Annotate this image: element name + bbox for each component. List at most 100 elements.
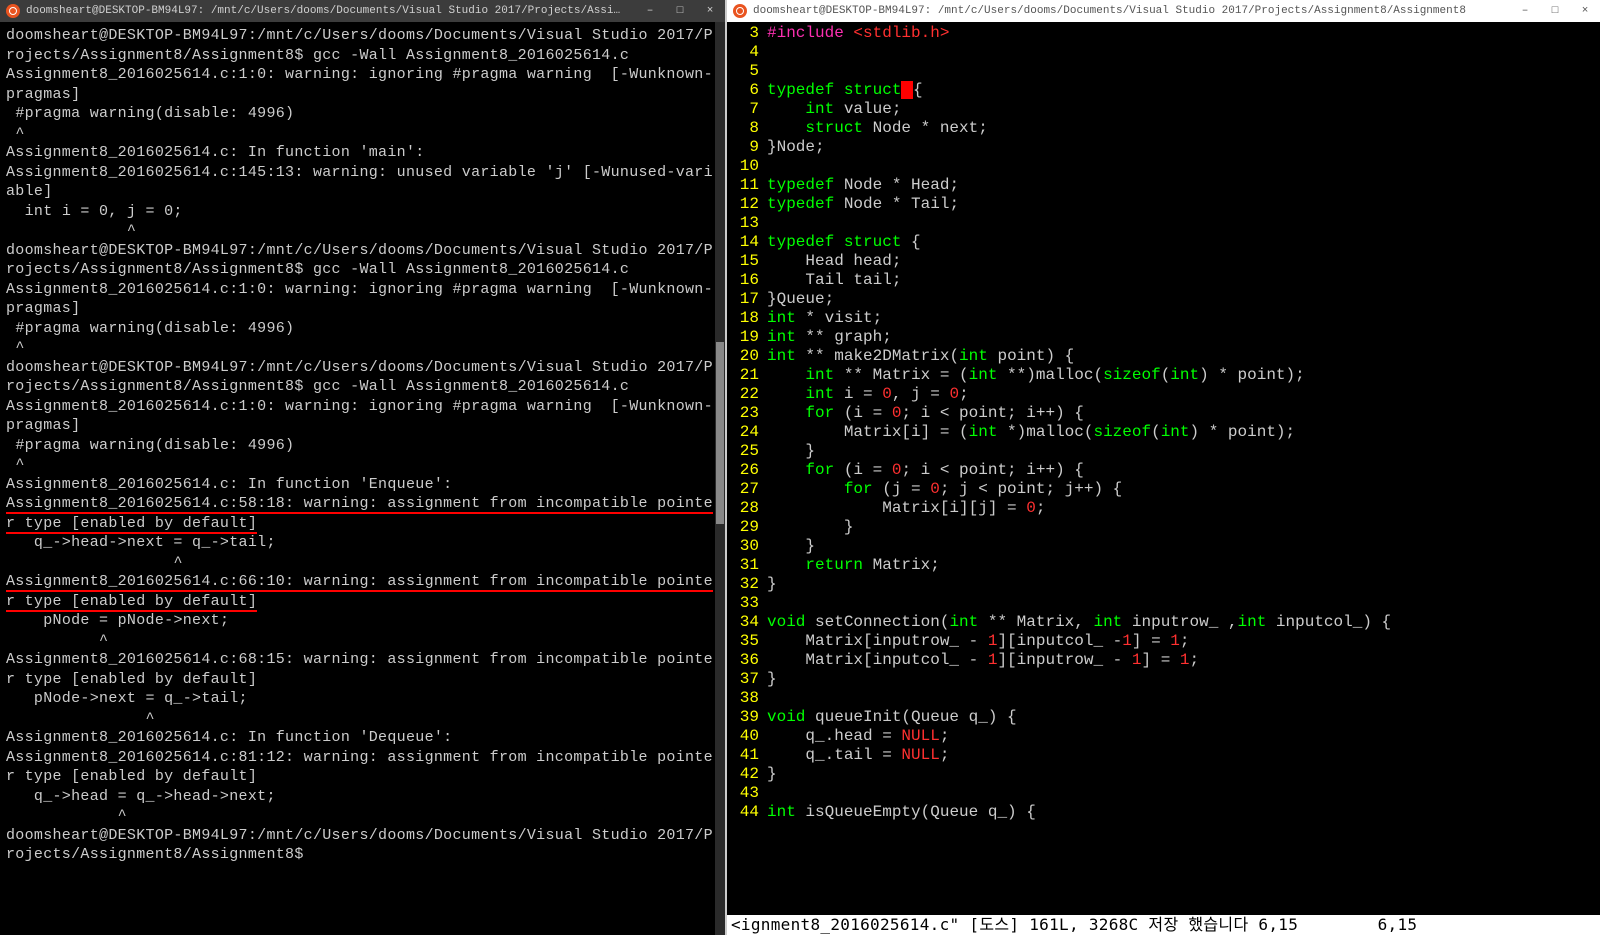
terminal-line: doomsheart@DESKTOP-BM94L97:/mnt/c/Users/…: [6, 26, 719, 65]
terminal-line: Assignment8_2016025614.c:58:18: warning:…: [6, 494, 719, 533]
line-number: 24: [727, 423, 759, 442]
terminal-line: doomsheart@DESKTOP-BM94L97:/mnt/c/Users/…: [6, 826, 719, 865]
line-number: 22: [727, 385, 759, 404]
close-button[interactable]: ×: [1570, 0, 1600, 22]
line-number: 43: [727, 784, 759, 803]
line-number: 41: [727, 746, 759, 765]
minimize-button[interactable]: –: [635, 0, 665, 22]
maximize-button[interactable]: □: [1540, 0, 1570, 22]
line-number: 14: [727, 233, 759, 252]
terminal-title: doomsheart@DESKTOP-BM94L97: /mnt/c/Users…: [26, 5, 625, 17]
code-line: Matrix[i][j] = 0;: [767, 499, 1600, 518]
terminal-output[interactable]: doomsheart@DESKTOP-BM94L97:/mnt/c/Users/…: [0, 22, 725, 935]
line-number: 10: [727, 157, 759, 176]
line-number: 13: [727, 214, 759, 233]
line-number: 8: [727, 119, 759, 138]
terminal-line: #pragma warning(disable: 4996): [6, 104, 719, 124]
line-number: 3: [727, 24, 759, 43]
code-line: for (i = 0; i < point; i++) {: [767, 461, 1600, 480]
line-number: 23: [727, 404, 759, 423]
terminal-titlebar[interactable]: doomsheart@DESKTOP-BM94L97: /mnt/c/Users…: [0, 0, 725, 22]
line-number: 26: [727, 461, 759, 480]
scrollbar-thumb[interactable]: [716, 342, 724, 525]
code-line: struct Node * next;: [767, 119, 1600, 138]
line-number: 9: [727, 138, 759, 157]
terminal-line: Assignment8_2016025614.c:145:13: warning…: [6, 163, 719, 202]
code-line: [767, 157, 1600, 176]
code-line: [767, 43, 1600, 62]
code-line: int ** Matrix = (int **)malloc(sizeof(in…: [767, 366, 1600, 385]
code-line: int ** make2DMatrix(int point) {: [767, 347, 1600, 366]
line-number: 7: [727, 100, 759, 119]
code-area[interactable]: #include <stdlib.h> typedef struct { int …: [767, 24, 1600, 915]
terminal-line: doomsheart@DESKTOP-BM94L97:/mnt/c/Users/…: [6, 358, 719, 397]
terminal-line: ^: [6, 553, 719, 573]
editor-window: doomsheart@DESKTOP-BM94L97: /mnt/c/Users…: [725, 0, 1600, 935]
scrollbar[interactable]: [715, 22, 725, 935]
code-line: int * visit;: [767, 309, 1600, 328]
code-line: void setConnection(int ** Matrix, int in…: [767, 613, 1600, 632]
line-number: 25: [727, 442, 759, 461]
terminal-line: Assignment8_2016025614.c:81:12: warning:…: [6, 748, 719, 787]
line-number-gutter: 3456789101112131415161718192021222324252…: [727, 24, 767, 915]
editor-titlebar[interactable]: doomsheart@DESKTOP-BM94L97: /mnt/c/Users…: [727, 0, 1600, 22]
terminal-line: int i = 0, j = 0;: [6, 202, 719, 222]
terminal-line: Assignment8_2016025614.c: In function 'E…: [6, 475, 719, 495]
code-line: [767, 689, 1600, 708]
line-number: 32: [727, 575, 759, 594]
terminal-line: ^: [6, 124, 719, 144]
line-number: 12: [727, 195, 759, 214]
code-line: }: [767, 670, 1600, 689]
code-line: #include <stdlib.h>: [767, 24, 1600, 43]
line-number: 16: [727, 271, 759, 290]
code-editor[interactable]: 3456789101112131415161718192021222324252…: [727, 22, 1600, 935]
code-line: typedef Node * Tail;: [767, 195, 1600, 214]
line-number: 36: [727, 651, 759, 670]
code-line: }: [767, 575, 1600, 594]
line-number: 5: [727, 62, 759, 81]
line-number: 37: [727, 670, 759, 689]
code-line: int i = 0, j = 0;: [767, 385, 1600, 404]
terminal-line: q_->head->next = q_->tail;: [6, 533, 719, 553]
code-line: return Matrix;: [767, 556, 1600, 575]
line-number: 18: [727, 309, 759, 328]
terminal-line: ^: [6, 338, 719, 358]
terminal-line: ^: [6, 709, 719, 729]
terminal-line: Assignment8_2016025614.c:68:15: warning:…: [6, 650, 719, 689]
ubuntu-icon: [6, 4, 20, 18]
code-line: Head head;: [767, 252, 1600, 271]
window-controls-left: – □ ×: [635, 0, 725, 22]
line-number: 4: [727, 43, 759, 62]
code-line: int value;: [767, 100, 1600, 119]
line-number: 15: [727, 252, 759, 271]
line-number: 17: [727, 290, 759, 309]
minimize-button[interactable]: –: [1510, 0, 1540, 22]
code-line: [767, 784, 1600, 803]
terminal-line: Assignment8_2016025614.c: In function 'm…: [6, 143, 719, 163]
maximize-button[interactable]: □: [665, 0, 695, 22]
terminal-line: doomsheart@DESKTOP-BM94L97:/mnt/c/Users/…: [6, 241, 719, 280]
terminal-window: doomsheart@DESKTOP-BM94L97: /mnt/c/Users…: [0, 0, 725, 935]
code-line: [767, 594, 1600, 613]
code-line: q_.tail = NULL;: [767, 746, 1600, 765]
close-button[interactable]: ×: [695, 0, 725, 22]
code-line: void queueInit(Queue q_) {: [767, 708, 1600, 727]
line-number: 34: [727, 613, 759, 632]
terminal-line: pNode = pNode->next;: [6, 611, 719, 631]
code-line: }Node;: [767, 138, 1600, 157]
line-number: 35: [727, 632, 759, 651]
terminal-line: ^: [6, 221, 719, 241]
terminal-line: #pragma warning(disable: 4996): [6, 436, 719, 456]
code-line: typedef struct {: [767, 81, 1600, 100]
code-line: for (j = 0; j < point; j++) {: [767, 480, 1600, 499]
line-number: 39: [727, 708, 759, 727]
code-line: }: [767, 518, 1600, 537]
line-number: 42: [727, 765, 759, 784]
line-number: 30: [727, 537, 759, 556]
code-line: [767, 62, 1600, 81]
code-line: [767, 214, 1600, 233]
line-number: 33: [727, 594, 759, 613]
line-number: 11: [727, 176, 759, 195]
code-line: }: [767, 442, 1600, 461]
code-line: }: [767, 765, 1600, 784]
